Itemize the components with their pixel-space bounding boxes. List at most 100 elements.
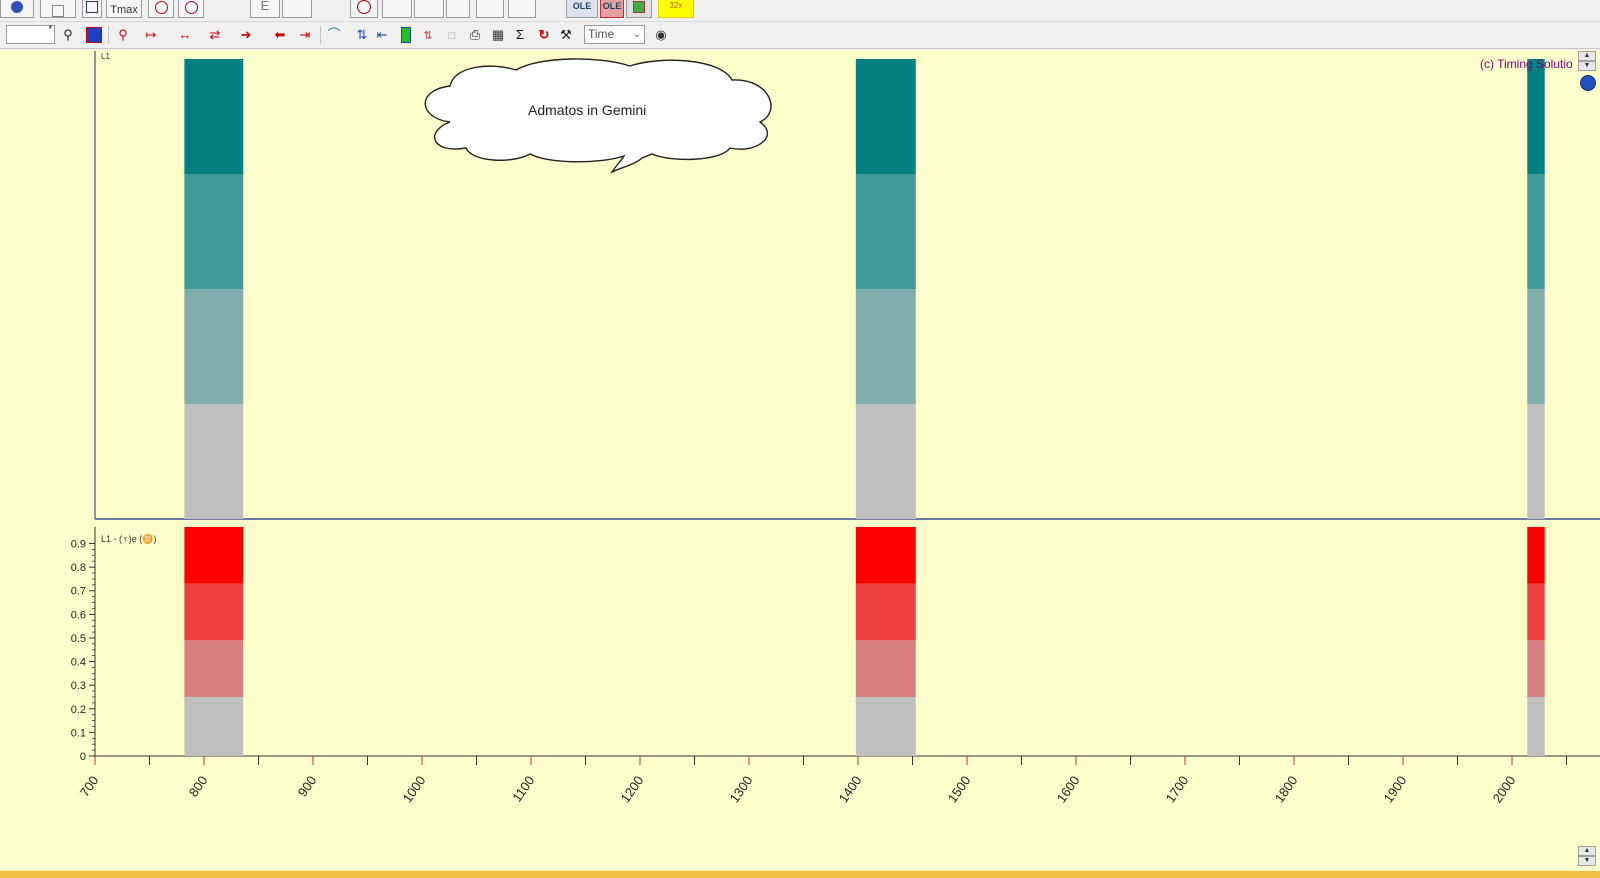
end-button[interactable]: ⇥ (295, 25, 315, 45)
align-icon: ⇤ (376, 27, 388, 42)
compress-button[interactable]: ⇄ (205, 25, 225, 45)
tool-icon: ⚒ (560, 27, 572, 42)
page-icon: □ (448, 30, 456, 42)
align-button[interactable]: ⇤ (372, 25, 392, 45)
wheel-button[interactable] (178, 0, 204, 18)
x-tick-label: 1000 (400, 773, 429, 805)
copyright-text: (c) Timing Solutio (1480, 57, 1573, 71)
upper-band-0-segment-1 (184, 174, 244, 289)
tool-button[interactable]: ⚒ (556, 25, 576, 45)
y-tick-label: 0.7 (71, 586, 86, 598)
globe-corner-icon[interactable] (1580, 75, 1596, 91)
x-tick-label: 1200 (618, 773, 647, 805)
blank2-button[interactable] (476, 0, 504, 18)
cycle-icon: ↻ (538, 27, 550, 42)
scroll-down-button[interactable]: ▼ (1578, 61, 1596, 71)
stretch-button[interactable]: ↦ (141, 25, 161, 45)
color-bar-button[interactable] (396, 25, 416, 45)
sigma-icon: Σ (515, 27, 525, 42)
lower-band-2-segment-1 (1527, 640, 1545, 697)
zoom-field[interactable]: * (6, 24, 55, 44)
lower-band-1-segment-2 (855, 583, 916, 641)
upper-panel-label: L1 (101, 52, 110, 61)
time-select[interactable]: Time ⌄ (584, 25, 645, 44)
upper-band-1-segment-0 (855, 59, 916, 174)
arc-button[interactable]: ⌒ (324, 25, 344, 45)
grid-button[interactable]: ▦ (488, 25, 508, 45)
save-button[interactable] (40, 0, 76, 18)
x-tick-label: 2000 (1490, 773, 1519, 805)
ole-button-2[interactable]: OLE (600, 0, 624, 18)
y-tick-label: 0.8 (71, 562, 86, 574)
blank3-button[interactable] (508, 0, 536, 18)
e-button[interactable]: E (250, 0, 280, 18)
grid-color-button[interactable] (626, 0, 652, 18)
upper-band-0-segment-3 (184, 404, 244, 519)
ole-label-2: OLE (602, 1, 622, 11)
scroll-up-bottom-button[interactable]: ▲ (1578, 846, 1596, 856)
cycle-button[interactable]: ↻ (534, 25, 554, 45)
split-icon: ⇅ (356, 27, 368, 42)
x-tick-label: 1300 (727, 773, 756, 805)
line2-button[interactable] (414, 0, 444, 18)
zoom-fit-button[interactable]: ⚲ (113, 25, 133, 45)
compass-button[interactable] (350, 0, 378, 18)
scroll-up-button[interactable]: ▲ (1578, 51, 1596, 61)
x-tick-label: 800 (186, 773, 211, 799)
grid-color-icon (633, 1, 645, 13)
ole-button-1[interactable]: OLE (566, 0, 598, 18)
grid-icon: ▦ (491, 27, 505, 42)
expand-icon: ↔ (178, 27, 192, 42)
field-spin-icon: * (48, 24, 52, 34)
blank-button[interactable] (446, 0, 470, 18)
x-tick-label: 700 (77, 773, 102, 799)
select-button[interactable] (82, 0, 102, 18)
x-tick-label: 1400 (836, 773, 865, 805)
x-tick-label: 1800 (1272, 773, 1301, 805)
lower-band-0-segment-3 (184, 527, 244, 584)
x-tick-label: 1600 (1054, 773, 1083, 805)
wheel-icon (184, 1, 198, 14)
arrow-left-button[interactable]: ⬅ (270, 25, 290, 45)
time-select-value: Time (588, 27, 615, 41)
sigma-button[interactable]: Σ (510, 25, 530, 45)
tmax-label: Tmax (110, 4, 138, 16)
print-icon: ⎙ (469, 27, 481, 42)
status-strip (0, 871, 1600, 878)
step-button[interactable]: ⇅ (418, 25, 438, 45)
globe-button[interactable] (0, 0, 34, 18)
lock-icon: ◉ (655, 27, 667, 42)
color-select-button[interactable] (84, 25, 104, 45)
speed-badge[interactable]: 32x (658, 0, 694, 18)
arrow-left-icon: ⬅ (274, 27, 286, 42)
upper-band-2-segment-3 (1527, 404, 1545, 519)
lock-button[interactable]: ◉ (651, 25, 671, 45)
lower-panel-label: L1 - (♆)e (♊) (101, 534, 157, 544)
select-icon (86, 1, 98, 13)
expand-button[interactable]: ↔ (175, 25, 195, 45)
clock-button[interactable] (148, 0, 174, 18)
tmax-button[interactable]: Tmax (106, 0, 142, 18)
cursor-button[interactable] (282, 0, 312, 18)
lower-band-1-segment-3 (855, 527, 916, 584)
upper-band-0-segment-0 (184, 59, 244, 174)
arrow-right-button[interactable]: ➜ (236, 25, 256, 45)
chart-toolbar: * ⚲ ⚲ ↦ ↔ ⇄ ➜ ⬅ ⇥ ⌒ ⇅ ⇤ ⇅ □ ⎙ ▦ Σ ↻ ⚒ Ti… (0, 22, 1600, 49)
chevron-down-icon: ⌄ (632, 29, 641, 40)
color-select-icon (86, 27, 102, 43)
y-tick-label: 0.1 (71, 727, 86, 739)
lower-band-2-segment-0 (1527, 696, 1545, 756)
upper-band-0-segment-2 (184, 289, 244, 404)
arc-icon: ⌒ (327, 27, 341, 42)
print-button[interactable]: ⎙ (465, 25, 485, 45)
lower-band-2-segment-3 (1527, 527, 1545, 584)
page-button[interactable]: □ (442, 25, 462, 45)
clock-icon (154, 1, 168, 14)
upper-band-1-segment-3 (855, 404, 916, 519)
scroll-down-bottom-button[interactable]: ▼ (1578, 856, 1596, 866)
x-tick-label: 1900 (1381, 773, 1410, 805)
zoom-button[interactable]: ⚲ (58, 25, 78, 45)
split-button[interactable]: ⇅ (352, 25, 372, 45)
step-icon: ⇅ (423, 30, 433, 42)
line-button[interactable] (382, 0, 412, 18)
